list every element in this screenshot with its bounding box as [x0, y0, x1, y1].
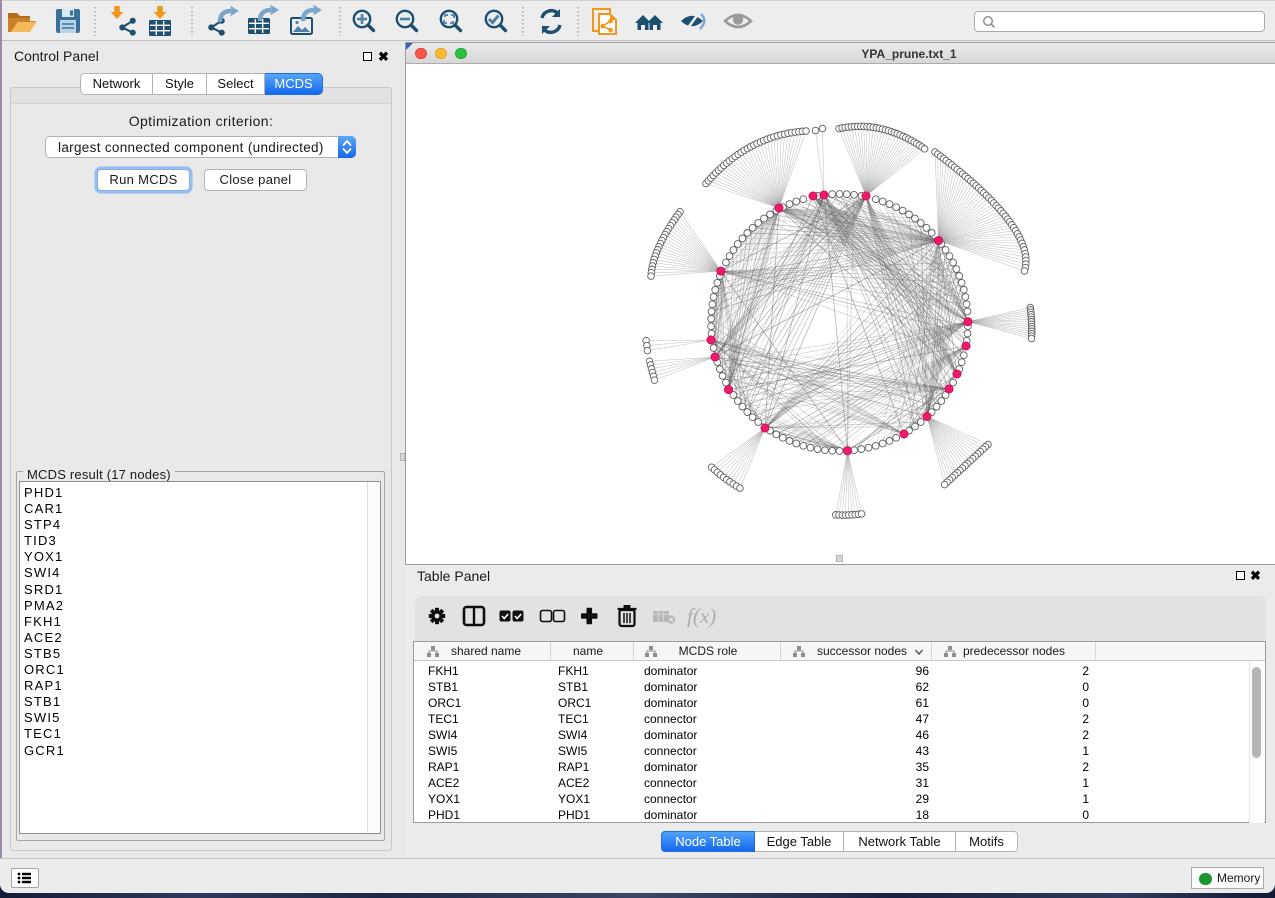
svg-text:f(x): f(x) — [687, 604, 716, 628]
